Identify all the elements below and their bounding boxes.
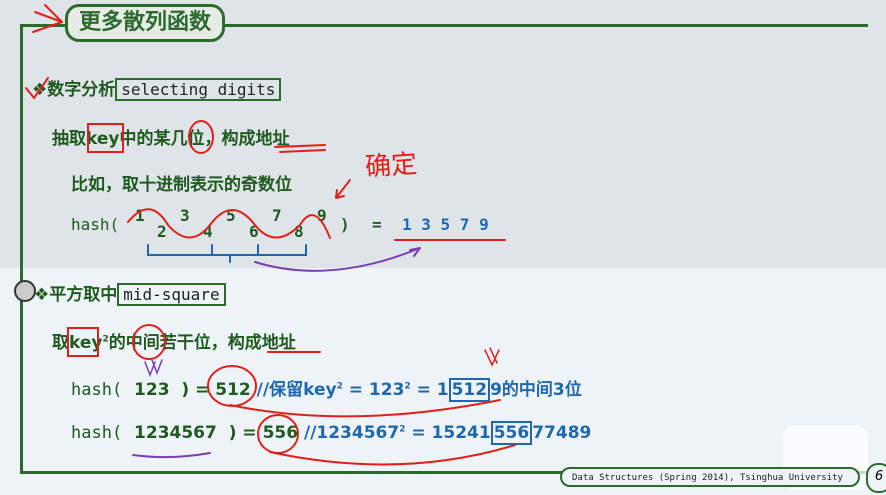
midsquare-example-1: hash( 123 ) = 512 //保留key2 = 1232 = 1 512…	[71, 378, 582, 402]
digits-desc: 抽取key中的某几位，构成地址	[52, 129, 290, 149]
odd-digit: 5	[226, 206, 236, 225]
odd-digit: 3	[180, 206, 190, 225]
close-paren: )	[340, 215, 350, 234]
hash-fn: hash(	[71, 215, 120, 234]
section-digits-heading: ❖数字分析 selecting digits	[32, 75, 282, 101]
even-digit: 2	[157, 222, 167, 241]
midsquare-desc: 取key2的中间若干位，构成地址	[52, 333, 296, 353]
even-digit: 8	[294, 222, 304, 241]
digits-example: 比如，取十进制表示的奇数位	[71, 175, 292, 195]
odd-digit: 9	[317, 206, 327, 225]
slide-title: 更多散列函数	[65, 4, 225, 42]
even-digit: 6	[249, 222, 259, 241]
even-digit: 4	[203, 222, 213, 241]
odd-digit: 7	[272, 206, 282, 225]
section-midsquare-heading: ❖平方取中 mid-square	[34, 280, 226, 306]
handwritten-annotation: 确定	[364, 149, 419, 183]
midsquare-example-2: hash( 1234567 ) = 556 //12345672 = 15241…	[71, 421, 592, 445]
odd-digit: 1	[135, 206, 145, 225]
digits-result: 1 3 5 7 9	[402, 215, 489, 234]
page-number: 6	[866, 463, 886, 493]
play-icon[interactable]	[14, 280, 36, 302]
slide-footer: Data Structures (Spring 2014), Tsinghua …	[560, 467, 860, 487]
equals: =	[372, 215, 382, 234]
